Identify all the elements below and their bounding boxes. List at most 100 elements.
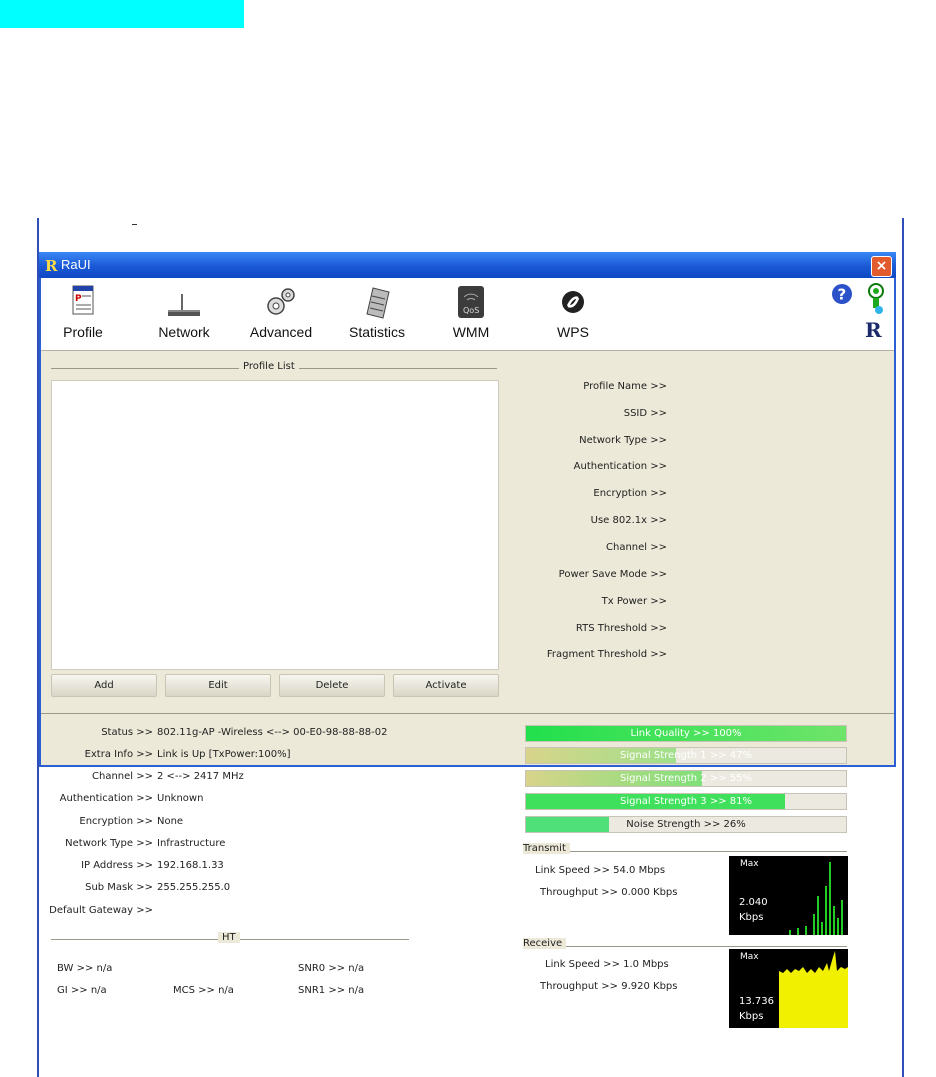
sub-mask-value: 255.255.255.0: [157, 882, 231, 893]
activate-button[interactable]: Activate: [393, 674, 499, 697]
profile-list-title: Profile List: [239, 361, 299, 372]
delete-button[interactable]: Delete: [279, 674, 385, 697]
fragment-threshold-label: Fragment Threshold >>: [546, 649, 667, 660]
transmit-link-speed: Link Speed >> 54.0 Mbps: [535, 865, 666, 876]
toolbar-network-label: Network: [158, 324, 210, 340]
network-type-label: Network Type >>: [579, 435, 667, 446]
profile-list[interactable]: [51, 380, 499, 670]
signal-strength-3-text: Signal Strength 3 >> 81%: [619, 796, 753, 807]
toolbar-advanced[interactable]: Advanced: [244, 284, 318, 340]
toolbar-network[interactable]: Network: [151, 284, 217, 340]
close-button[interactable]: ×: [871, 256, 892, 277]
toolbar-wps-label: WPS: [557, 324, 589, 340]
toolbar-wmm[interactable]: QoS WMM: [449, 284, 493, 340]
ht-title: HT: [218, 932, 240, 943]
gi-value: GI >> n/a: [57, 985, 107, 996]
link-quality-text: Link Quality >> 100%: [630, 728, 742, 739]
encryption-status-value: None: [157, 816, 184, 827]
signal-strength-1-text: Signal Strength 1 >> 47%: [619, 750, 753, 761]
rts-threshold-label: RTS Threshold >>: [575, 623, 667, 634]
toolbar: P Profile Network Advanced Statistics Qo…: [41, 278, 894, 351]
page-border-right: [902, 218, 904, 1077]
channel-status-label: Channel >>: [92, 771, 153, 782]
authentication-label: Authentication >>: [573, 461, 667, 472]
transmit-frame: [525, 851, 847, 852]
highlight-band: [0, 0, 244, 28]
toolbar-profile-label: Profile: [63, 324, 103, 340]
channel-label: Channel >>: [606, 542, 667, 553]
encryption-status-label: Encryption >>: [79, 816, 153, 827]
transmit-throughput: Throughput >> 0.000 Kbps: [540, 887, 678, 898]
noise-strength-text: Noise Strength >> 26%: [626, 819, 746, 830]
noise-strength-bar: Noise Strength >> 26%: [525, 816, 847, 833]
power-save-mode-label: Power Save Mode >>: [558, 569, 667, 580]
ralink-logo-icon: R: [45, 257, 58, 273]
receive-graph-max: Max: [740, 952, 759, 962]
ip-address-value: 192.168.1.33: [157, 860, 224, 871]
signal-strength-3-bar: Signal Strength 3 >> 81%: [525, 793, 847, 810]
svg-text:QoS: QoS: [463, 306, 479, 315]
mcs-value: MCS >> n/a: [173, 985, 234, 996]
ssid-label: SSID >>: [623, 408, 667, 419]
snr0-value: SNR0 >> n/a: [298, 963, 365, 974]
signal-strength-2-text: Signal Strength 2 >> 55%: [619, 773, 753, 784]
network-type-status-value: Infrastructure: [157, 838, 226, 849]
bw-value: BW >> n/a: [57, 963, 113, 974]
authentication-status-value: Unknown: [157, 793, 204, 804]
svg-text:R: R: [45, 257, 58, 273]
status-label: Status >>: [101, 727, 153, 738]
toolbar-advanced-label: Advanced: [249, 324, 313, 340]
receive-graph-value: 13.736: [739, 996, 774, 1007]
signal-strength-2-bar: Signal Strength 2 >> 55%: [525, 770, 847, 787]
channel-status-value: 2 <--> 2417 MHz: [157, 771, 244, 782]
receive-throughput: Throughput >> 9.920 Kbps: [540, 981, 678, 992]
title-bar[interactable]: R RaUI ×: [39, 252, 896, 278]
link-quality-bar: Link Quality >> 100%: [525, 725, 847, 742]
toolbar-statistics[interactable]: Statistics: [344, 284, 410, 340]
receive-frame: [525, 946, 847, 947]
profile-button-bar: Add Edit Delete Activate: [51, 674, 499, 697]
wmm-icon: QoS: [451, 284, 491, 320]
help-icon[interactable]: ?: [831, 283, 853, 305]
toolbar-profile[interactable]: P Profile: [61, 284, 105, 340]
toolbar-wmm-label: WMM: [452, 324, 490, 340]
receive-title: Receive: [523, 938, 567, 949]
advanced-icon: [261, 284, 301, 320]
ip-address-label: IP Address >>: [81, 860, 153, 871]
profile-name-label: Profile Name >>: [583, 381, 667, 392]
page-mark: [132, 224, 137, 225]
receive-graph-unit: Kbps: [739, 1011, 764, 1022]
toolbar-wps[interactable]: WPS: [551, 284, 595, 340]
extra-info-label: Extra Info >>: [84, 749, 153, 760]
authentication-status-label: Authentication >>: [59, 793, 153, 804]
tx-power-label: Tx Power >>: [601, 596, 667, 607]
signal-strength-1-bar: Signal Strength 1 >> 47%: [525, 747, 847, 764]
network-type-status-label: Network Type >>: [65, 838, 153, 849]
signal-icon: R: [865, 283, 884, 340]
wps-icon: [553, 284, 593, 320]
main-panel: Profile List Add Edit Delete Activate Pr…: [41, 351, 894, 1028]
statistics-icon: [357, 284, 397, 320]
window-title: RaUI: [61, 257, 91, 272]
network-icon: [164, 284, 204, 320]
transmit-graph: Max 2.040 Kbps: [729, 856, 848, 935]
status-value: 802.11g-AP -Wireless <--> 00-E0-98-88-88…: [157, 727, 388, 738]
transmit-title: Transmit: [523, 843, 570, 854]
svg-text:?: ?: [838, 286, 847, 304]
receive-link-speed: Link Speed >> 1.0 Mbps: [545, 959, 669, 970]
section-divider: [41, 713, 894, 714]
svg-text:R: R: [865, 318, 882, 340]
receive-graph: Max 13.736 Kbps: [729, 949, 848, 1028]
encryption-label: Encryption >>: [593, 488, 667, 499]
transmit-graph-plot: [789, 862, 843, 935]
default-gateway-label: Default Gateway >>: [49, 905, 153, 916]
profile-icon: P: [63, 284, 103, 320]
toolbar-statistics-label: Statistics: [348, 324, 405, 340]
use-8021x-label: Use 802.1x >>: [590, 515, 667, 526]
add-button[interactable]: Add: [51, 674, 157, 697]
snr1-value: SNR1 >> n/a: [298, 985, 365, 996]
extra-info-value: Link is Up [TxPower:100%]: [157, 749, 291, 760]
svg-text:P: P: [75, 294, 82, 304]
edit-button[interactable]: Edit: [165, 674, 271, 697]
sub-mask-label: Sub Mask >>: [85, 882, 153, 893]
